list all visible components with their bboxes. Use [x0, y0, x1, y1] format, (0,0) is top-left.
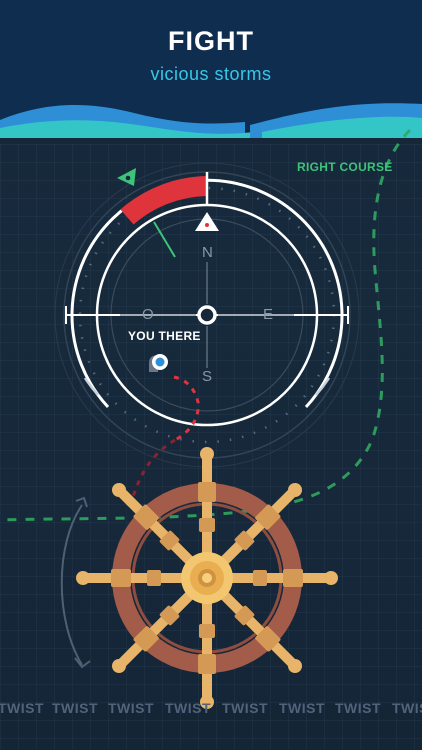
game-screen: FIGHT vicious storms RIGHT COURSE YOU TH… — [0, 0, 422, 750]
right-course-label: RIGHT COURSE — [297, 160, 393, 174]
location-pin-icon — [149, 354, 168, 372]
green-flag-icon — [117, 168, 136, 186]
waves — [0, 103, 422, 144]
twist-label: TWIST — [335, 700, 382, 716]
ship-wheel-icon[interactable] — [76, 447, 338, 709]
twist-label: TWIST — [165, 700, 212, 716]
page-subtitle: vicious storms — [150, 64, 272, 84]
twist-label: TWIST — [108, 700, 155, 716]
twist-instruction-row: TWIST TWIST TWIST TWIST TWIST TWIST TWIS… — [0, 700, 422, 720]
compass-north: N — [202, 244, 213, 261]
page-title: FIGHT — [168, 26, 254, 56]
you-there-label: YOU THERE — [128, 329, 201, 343]
twist-label: TWIST — [52, 700, 99, 716]
compass — [54, 162, 360, 468]
course-needle — [153, 221, 176, 258]
twist-label: TWIST — [279, 700, 326, 716]
triangle-marker-icon — [195, 212, 219, 231]
twist-label: TWIST — [392, 700, 422, 716]
twist-label: TWIST — [222, 700, 269, 716]
compass-west: O — [142, 306, 154, 323]
twist-label: TWIST — [0, 700, 45, 716]
compass-east: E — [263, 306, 274, 323]
compass-south: S — [202, 368, 213, 385]
